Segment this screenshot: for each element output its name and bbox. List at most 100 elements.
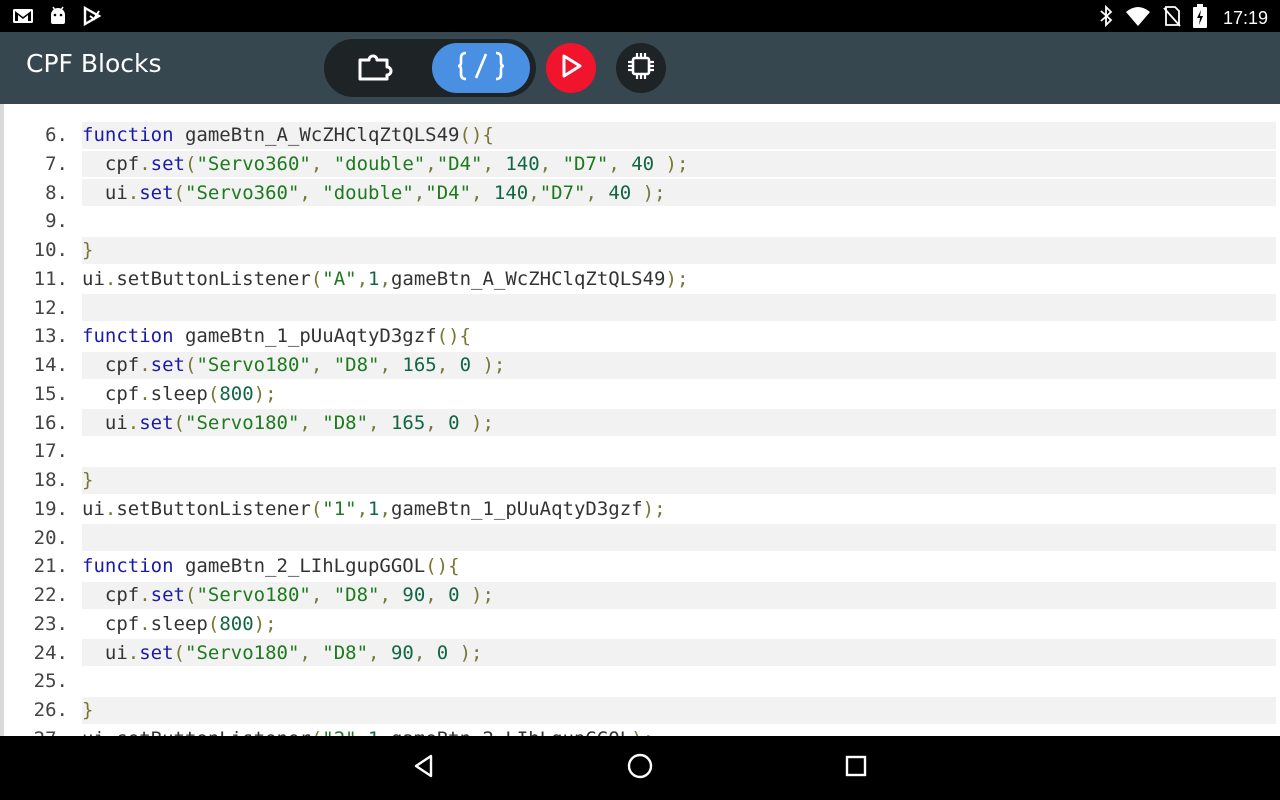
bluetooth-icon [1099, 4, 1113, 31]
code-token: setButtonListener [116, 497, 311, 520]
code-line: 14. cpf. set("Servo180", "D8", 165, 0 ); [0, 351, 1280, 380]
code-token: , [310, 584, 334, 607]
code-token: ( [310, 497, 323, 520]
line-number: 9. [45, 210, 68, 233]
code-token: } [82, 239, 94, 262]
code-text: } [82, 696, 1276, 724]
line-number: 7. [45, 152, 68, 175]
line-number: 10. [33, 239, 68, 262]
code-token: , [471, 181, 494, 204]
code-token: ( [173, 411, 185, 434]
code-token: "D4" [425, 181, 472, 204]
run-button[interactable] [546, 43, 596, 93]
code-token: "Servo360" [196, 152, 311, 175]
code-line: 20. [0, 523, 1280, 552]
code-line: 13. function gameBtn_1_pUuAqtyD3gzf(){ [0, 322, 1280, 351]
code-icon [456, 50, 506, 86]
code-token: cpf [82, 354, 140, 377]
code-token: gameBtn_1_pUuAqtyD3gzf [390, 497, 643, 520]
code-token: , [379, 354, 403, 377]
code-line: 18.} [0, 466, 1280, 495]
code-line: 26.} [0, 696, 1280, 725]
code-text: cpf. set("Servo180", "D8", 165, 0 ); [82, 351, 1276, 379]
code-token: 1 [368, 728, 379, 736]
line-number: 8. [45, 181, 68, 204]
code-line: 11. ui. setButtonListener("A", 1, gameBtn_A_… [0, 265, 1280, 294]
code-text: cpf. sleep(800); [82, 381, 1276, 408]
line-number: 12. [33, 296, 68, 319]
app-bar: CPF Blocks [0, 32, 1280, 104]
code-editor[interactable]: 6. function gameBtn_A_WcZHClqZtQLS49(){7.… [0, 104, 1280, 736]
chip-icon [626, 51, 656, 85]
code-token: "double" [322, 181, 414, 204]
code-token: 40 [608, 181, 632, 204]
no-sim-icon [1163, 5, 1181, 31]
code-token: 140 [493, 181, 529, 204]
code-line: 12. [0, 293, 1280, 322]
code-token: , [299, 641, 323, 664]
line-number: 22. [33, 584, 68, 607]
code-line: 24. ui. set("Servo180", "D8", 90, 0 ); [0, 638, 1280, 667]
code-token: 0 [448, 411, 460, 434]
code-token: (){ [425, 555, 460, 578]
line-number: 23. [33, 612, 68, 635]
code-token: ( [184, 152, 197, 175]
code-token: , [425, 411, 449, 434]
code-view-tab[interactable] [432, 43, 530, 93]
gmail-icon [12, 7, 34, 29]
code-token: set [139, 411, 174, 434]
code-token: "D8" [333, 354, 380, 377]
code-token: set [150, 152, 185, 175]
code-token: ui [82, 411, 128, 434]
code-token: function [82, 555, 174, 578]
code-token: "D4" [436, 152, 483, 175]
back-icon [411, 753, 437, 783]
code-token: . [104, 497, 117, 520]
clock: 17:19 [1222, 7, 1268, 28]
code-text: ui. set("Servo180", "D8", 90, 0 ); [82, 639, 1276, 666]
code-token: . [139, 382, 151, 405]
code-token: . [105, 728, 116, 736]
code-text: } [82, 236, 1276, 264]
code-token: function [82, 124, 174, 147]
code-token: "Servo180" [185, 411, 300, 434]
recents-button[interactable] [836, 748, 876, 788]
code-token: 1 [368, 497, 380, 520]
code-token: gameBtn_A_WcZHClqZtQLS49 [173, 124, 460, 147]
line-number: 27. [0, 728, 68, 736]
code-token: . [139, 152, 151, 175]
home-button[interactable] [620, 748, 660, 788]
code-token: set [150, 584, 185, 607]
code-text: function gameBtn_1_pUuAqtyD3gzf(){ [82, 323, 1276, 350]
code-token: ); [253, 612, 277, 635]
code-token: ); [631, 181, 666, 204]
device-button[interactable] [616, 43, 666, 93]
back-button[interactable] [404, 748, 444, 788]
code-token: ); [631, 728, 654, 736]
code-token: ); [459, 411, 494, 434]
code-token: ( [173, 181, 185, 204]
code-line: 17. [0, 437, 1280, 466]
code-token: 0 [436, 641, 449, 664]
code-token: , [310, 152, 334, 175]
code-token: ( [184, 354, 197, 377]
code-token: "D8" [322, 641, 369, 664]
code-token: , [585, 181, 609, 204]
code-token: , [356, 497, 369, 520]
code-token: "Servo360" [185, 181, 300, 204]
blocks-view-tab[interactable] [328, 43, 426, 93]
code-line-partial [0, 104, 1280, 121]
code-token: . [104, 267, 117, 290]
code-token: (){ [436, 325, 471, 348]
code-token: , [357, 728, 368, 736]
code-token: ( [184, 584, 197, 607]
code-line: 8. ui. set("Servo360", "double", "D4", 140… [0, 178, 1280, 207]
code-token: , [436, 354, 460, 377]
code-token: setButtonListener [116, 728, 310, 736]
code-text: ui. set("Servo360", "double", "D4", 140, "D… [82, 179, 1276, 206]
code-token: "Servo180" [196, 354, 311, 377]
puzzle-icon [357, 50, 397, 86]
